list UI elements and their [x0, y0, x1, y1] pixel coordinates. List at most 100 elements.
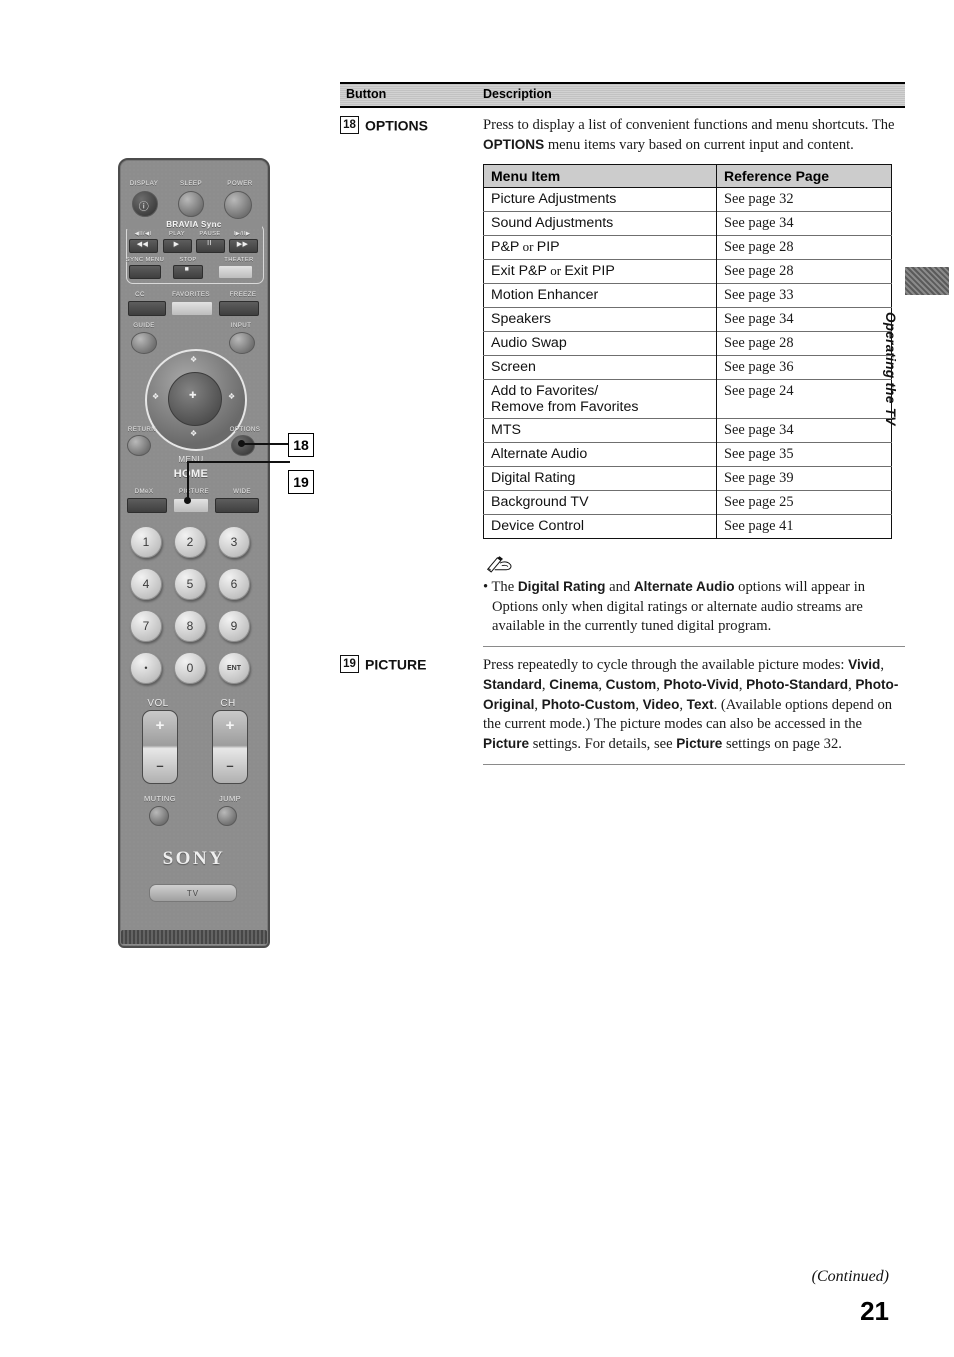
power-button[interactable] — [224, 191, 252, 219]
bravia-label-pause: PAUSE — [199, 231, 221, 237]
menu-item-cell: MTS — [483, 418, 717, 443]
menu-item-cell: Background TV — [483, 490, 717, 515]
menu-table-row: Background TV See page 25 — [483, 490, 892, 515]
freeze-button[interactable] — [219, 301, 259, 316]
menu-item-cell: Motion Enhancer — [483, 283, 717, 308]
wide-button[interactable] — [215, 498, 259, 513]
menu-reference-cell: See page 33 — [716, 283, 892, 308]
row-number-19: 19 — [340, 654, 359, 673]
menu-reference-cell: See page 28 — [716, 259, 892, 284]
volume-rocker[interactable]: + – — [142, 710, 178, 784]
bravia-label-forward-step: I▶/II▶ — [233, 231, 251, 237]
menu-table-row: Screen See page 36 — [483, 355, 892, 380]
callout-19-leader-horizontal — [187, 461, 290, 463]
menu-table-row: P&P or PIP See page 28 — [483, 235, 892, 260]
table-bottom-rule — [483, 763, 905, 765]
freeze-label: FREEZE — [229, 291, 257, 298]
theater-label: THEATER — [224, 257, 254, 263]
header-description: Description — [483, 87, 552, 101]
table-row-options: 18 OPTIONS Press to display a list of con… — [340, 108, 905, 647]
callout-18-leader — [242, 443, 288, 445]
favorites-button[interactable] — [171, 301, 213, 316]
dpad-down-icon: ❖ — [190, 429, 198, 438]
volume-down-icon: – — [156, 758, 164, 773]
sony-logo: SONY — [162, 848, 226, 869]
theater-button[interactable] — [218, 265, 253, 279]
bravia-label-play: PLAY — [169, 231, 185, 237]
row-number-18: 18 — [340, 116, 359, 135]
remote-control-illustration: DISPLAY SLEEP POWER ⓘ BRAVIA Sync ◀II/◀I… — [118, 158, 270, 948]
fast-forward-icon: ▶▶ — [236, 241, 249, 248]
tv-button[interactable]: TV — [149, 884, 237, 902]
keypad-1[interactable]: 1 — [130, 526, 162, 558]
display-icon: ⓘ — [138, 202, 150, 213]
menu-header-reference: Reference Page — [716, 164, 892, 189]
page-number: 21 — [860, 1296, 889, 1326]
channel-rocker[interactable]: + – — [212, 710, 248, 784]
menu-item-cell: Sound Adjustments — [483, 211, 717, 236]
row-button-cell-picture: 19 PICTURE — [340, 647, 483, 765]
row-description-cell-picture: Press repeatedly to cycle through the av… — [483, 647, 905, 765]
keypad-enter[interactable]: ENT — [218, 652, 250, 684]
remote-bottom-strip — [121, 930, 267, 944]
dpad-select-icon: ✚ — [189, 390, 197, 400]
row-button-cell-options: 18 OPTIONS — [340, 108, 483, 647]
menu-reference-cell: See page 35 — [716, 442, 892, 467]
keypad-3[interactable]: 3 — [218, 526, 250, 558]
input-button[interactable] — [229, 332, 255, 354]
cc-button[interactable] — [128, 301, 166, 316]
row-button-name-options: OPTIONS — [365, 117, 429, 134]
menu-table-row: Device Control See page 41 — [483, 514, 892, 539]
muting-button[interactable] — [149, 806, 169, 826]
bravia-label-rewind-step: ◀II/◀I — [134, 231, 152, 237]
sync-menu-button[interactable] — [129, 265, 161, 279]
menu-item-cell: Device Control — [483, 514, 717, 539]
channel-up-icon: + — [225, 717, 235, 734]
menu-reference-cell: See page 41 — [716, 514, 892, 539]
channel-down-icon: – — [226, 758, 234, 773]
dmex-button[interactable] — [127, 498, 167, 513]
keypad-2[interactable]: 2 — [174, 526, 206, 558]
pause-icon: II — [207, 240, 212, 247]
return-button[interactable] — [127, 435, 151, 456]
play-icon: ▶ — [173, 241, 180, 248]
stop-label: STOP — [179, 257, 197, 263]
menu-table-row: Add to Favorites/Remove from Favorites Se… — [483, 379, 892, 419]
volume-up-icon: + — [155, 717, 165, 734]
guide-button[interactable] — [131, 332, 157, 354]
callout-19: 19 — [288, 470, 314, 494]
keypad-8[interactable]: 8 — [174, 610, 206, 642]
stop-icon: ■ — [184, 266, 190, 273]
return-label: RETURN — [127, 426, 157, 433]
menu-table-row: Speakers See page 34 — [483, 307, 892, 332]
menu-header-item: Menu Item — [483, 164, 717, 189]
dpad-left-icon: ❖ — [152, 392, 160, 401]
menu-reference-cell: See page 28 — [716, 235, 892, 260]
remote-label-sleep: SLEEP — [180, 180, 202, 187]
keypad-7[interactable]: 7 — [130, 610, 162, 642]
keypad-5[interactable]: 5 — [174, 568, 206, 600]
input-label: INPUT — [230, 322, 252, 329]
keypad-4[interactable]: 4 — [130, 568, 162, 600]
menu-table-row: Picture Adjustments See page 32 — [483, 187, 892, 212]
menu-item-cell: Add to Favorites/Remove from Favorites — [483, 379, 717, 419]
note-list: • The Digital Rating and Alternate Audio… — [483, 577, 887, 636]
menu-table-row: Audio Swap See page 28 — [483, 331, 892, 356]
keypad-dot[interactable]: • — [130, 652, 162, 684]
menu-table-row: Motion Enhancer See page 33 — [483, 283, 892, 308]
rewind-icon: ◀◀ — [136, 241, 149, 248]
keypad-0[interactable]: 0 — [174, 652, 206, 684]
table-row-picture: 19 PICTURE Press repeatedly to cycle thro… — [340, 647, 905, 765]
menu-table-row: Exit P&P or Exit PIP See page 28 — [483, 259, 892, 284]
menu-reference-cell: See page 34 — [716, 418, 892, 443]
jump-button[interactable] — [217, 806, 237, 826]
picture-button[interactable] — [173, 498, 209, 513]
row-description-cell-options: Press to display a list of convenient fu… — [483, 108, 905, 647]
keypad-6[interactable]: 6 — [218, 568, 250, 600]
sleep-button[interactable] — [178, 191, 204, 217]
jump-label: JUMP — [218, 794, 242, 803]
options-label: OPTIONS — [229, 426, 261, 433]
keypad-9[interactable]: 9 — [218, 610, 250, 642]
button-description-table: Button Description 18 OPTIONS Press to di… — [340, 82, 905, 765]
row-button-name-picture: PICTURE — [365, 655, 427, 672]
